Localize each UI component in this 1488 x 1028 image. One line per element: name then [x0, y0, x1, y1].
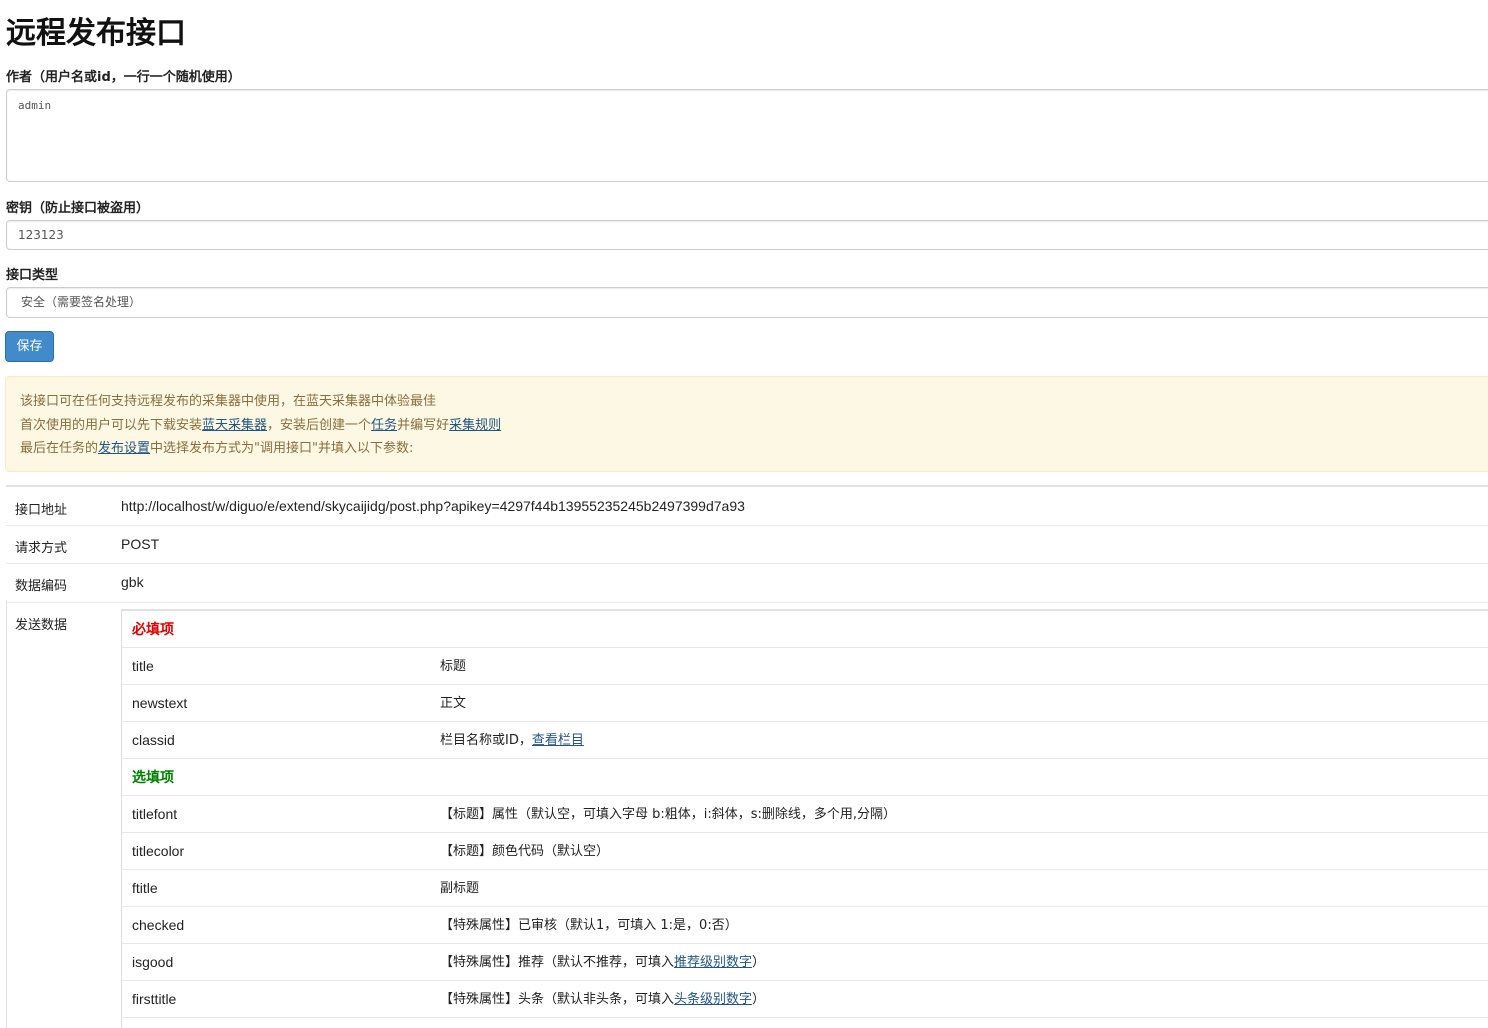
key-label: 密钥（防止接口被盗用） — [6, 201, 150, 216]
notice-text: 中选择发布方式为"调用接口"并填入以下参数: — [150, 441, 414, 456]
param-name: title — [132, 658, 154, 674]
param-row: newstext 正文 — [122, 685, 1488, 722]
table-row: 接口地址 http://localhost/w/diguo/e/extend/s… — [6, 487, 1488, 526]
param-row: checked 【特殊属性】已审核（默认1，可填入 1:是，0:否） — [122, 907, 1488, 944]
param-desc-text: 正文 — [440, 696, 467, 711]
page-title: 远程发布接口 — [6, 16, 186, 51]
param-desc: 【特殊属性】头条（默认非头条，可填入头条级别数字） — [440, 981, 765, 1018]
param-desc: 栏目名称或ID，查看栏目 — [440, 722, 584, 759]
method-value: POST — [121, 536, 160, 552]
param-row: title 标题 — [122, 648, 1488, 685]
param-desc-text: 【特殊属性】头条（默认非头条，可填入 — [440, 992, 675, 1007]
notice-line-2: 首次使用的用户可以先下载安装蓝天采集器，安装后创建一个任务并编写好采集规则 — [20, 414, 1480, 438]
param-name: ftitle — [132, 880, 158, 896]
api-type-label: 接口类型 — [6, 268, 59, 283]
param-desc-text: 【标题】颜色代码（默认空） — [440, 844, 610, 859]
param-desc-tail: ） — [752, 992, 766, 1007]
param-name: isgood — [132, 954, 174, 970]
param-row: titlecolor 【标题】颜色代码（默认空） — [122, 833, 1488, 870]
param-desc: 【标题】颜色代码（默认空） — [440, 833, 609, 870]
table-row: 数据编码 gbk — [6, 564, 1488, 603]
url-value: http://localhost/w/diguo/e/extend/skycai… — [121, 498, 745, 514]
param-desc-text: 【标题】属性（默认空，可填入字母 b:粗体，i:斜体，s:删除线，多个用,分隔） — [440, 807, 897, 822]
optional-section-title: 选填项 — [132, 769, 174, 785]
notice-line-1: 该接口可在任何支持远程发布的采集器中使用，在蓝天采集器中体验最佳 — [20, 390, 1480, 414]
param-row: firsttitle 【特殊属性】头条（默认非头条，可填入头条级别数字） — [122, 981, 1488, 1018]
task-link[interactable]: 任务 — [371, 418, 397, 433]
url-label: 接口地址 — [15, 503, 68, 518]
param-desc-text: 【特殊属性】推荐（默认不推荐，可填入 — [440, 955, 675, 970]
param-desc-tail: ） — [752, 955, 766, 970]
param-name: newstext — [132, 695, 188, 711]
param-desc-link[interactable]: 推荐级别数字 — [674, 955, 752, 970]
notice-line-3: 最后在任务的发布设置中选择发布方式为"调用接口"并填入以下参数: — [20, 437, 1480, 461]
api-type-select[interactable]: 安全（需要签名处理） — [6, 287, 1488, 318]
param-desc: 【特殊属性】已审核（默认1，可填入 1:是，0:否） — [440, 907, 738, 944]
notice-text: 并编写好 — [397, 417, 450, 433]
param-desc: 正文 — [440, 685, 466, 722]
param-row: classid 栏目名称或ID，查看栏目 — [122, 722, 1488, 759]
param-desc: 【特殊属性】推荐（默认不推荐，可填入推荐级别数字） — [440, 944, 765, 981]
param-row: titlefont 【标题】属性（默认空，可填入字母 b:粗体，i:斜体，s:删除… — [122, 796, 1488, 833]
notice-alert: 该接口可在任何支持远程发布的采集器中使用，在蓝天采集器中体验最佳 首次使用的用户… — [5, 376, 1488, 472]
param-desc-text: 副标题 — [440, 881, 480, 896]
section-row: 必填项 — [122, 611, 1488, 648]
param-desc-text: 标题 — [440, 659, 467, 674]
download-collector-link[interactable]: 蓝天采集器 — [202, 418, 267, 433]
param-name: titlefont — [132, 806, 178, 822]
page: 远程发布接口 作者（用户名或id，一行一个随机使用） admin 密钥（防止接口… — [0, 0, 1488, 1028]
param-name: classid — [132, 732, 175, 748]
param-desc-text: 【特殊属性】已审核（默认1，可填入 1:是，0:否） — [440, 918, 738, 933]
table-row: 请求方式 POST — [6, 526, 1488, 564]
param-row: ftitle 副标题 — [122, 870, 1488, 907]
required-section-title: 必填项 — [132, 621, 174, 637]
collect-rules-link[interactable]: 采集规则 — [449, 418, 501, 433]
param-desc: 【标题】属性（默认空，可填入字母 b:粗体，i:斜体，s:删除线，多个用,分隔） — [440, 796, 896, 833]
notice-text: 首次使用的用户可以先下载安装 — [20, 417, 203, 433]
encoding-value: gbk — [121, 574, 144, 590]
param-desc-link[interactable]: 查看栏目 — [532, 733, 584, 748]
param-desc: 标题 — [440, 648, 466, 685]
notice-text: 最后在任务的 — [20, 441, 99, 456]
param-name: titlecolor — [132, 843, 185, 859]
save-button[interactable]: 保存 — [5, 331, 54, 362]
section-row: 选填项 — [122, 759, 1488, 796]
param-desc: 副标题 — [440, 870, 479, 907]
param-desc-text: 栏目名称或ID， — [440, 733, 532, 748]
param-name: firsttitle — [132, 991, 177, 1007]
param-name: checked — [132, 917, 185, 933]
notice-text: 该接口可在任何支持远程发布的采集器中使用，在蓝天采集器中体验最佳 — [20, 394, 437, 409]
notice-text: ，安装后创建一个 — [267, 417, 372, 433]
publish-settings-link[interactable]: 发布设置 — [98, 441, 150, 456]
author-textarea[interactable]: admin — [6, 89, 1488, 182]
param-desc-link[interactable]: 头条级别数字 — [674, 992, 752, 1007]
send-data-label: 发送数据 — [15, 618, 68, 633]
param-row: isgood 【特殊属性】推荐（默认不推荐，可填入推荐级别数字） — [122, 944, 1488, 981]
method-label: 请求方式 — [15, 541, 68, 556]
encoding-label: 数据编码 — [15, 579, 68, 594]
key-input[interactable]: 123123 — [6, 220, 1488, 250]
params-table: 必填项 title 标题 newstext 正文 classid 栏目名称或ID，查看栏目选… — [121, 609, 1488, 1028]
author-label: 作者（用户名或id，一行一个随机使用） — [6, 70, 241, 85]
